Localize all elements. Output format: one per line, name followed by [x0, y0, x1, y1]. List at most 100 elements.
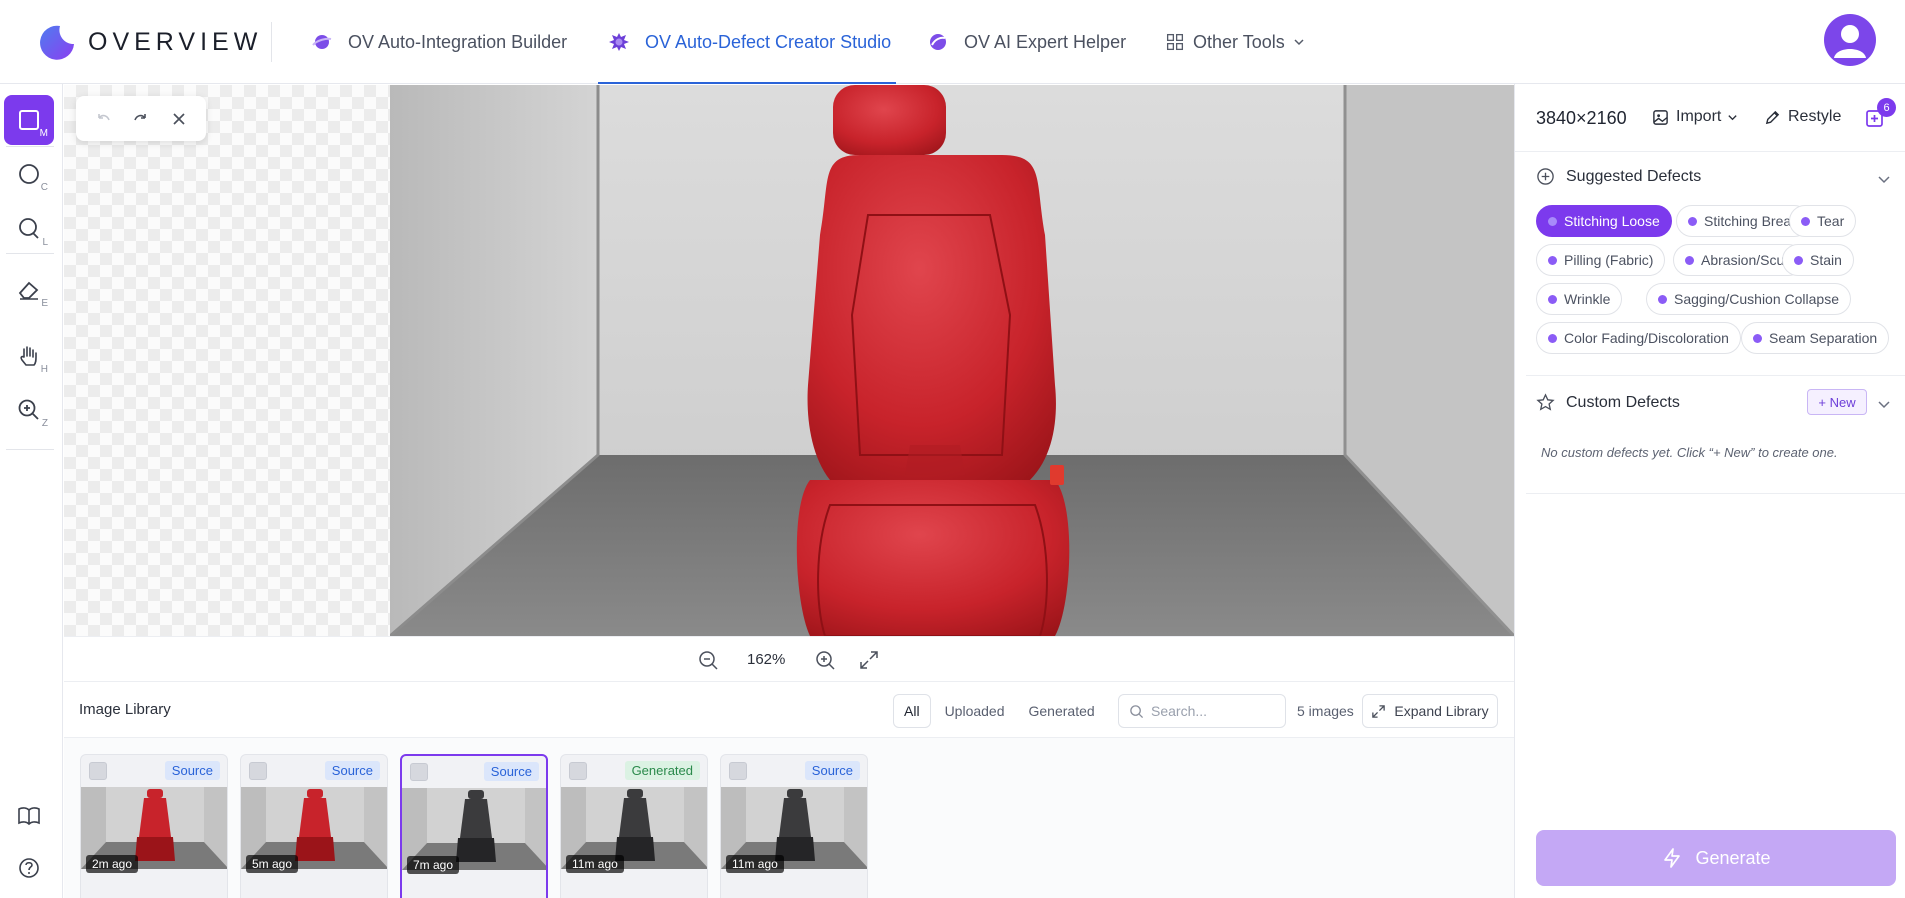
chip-label: Sagging/Cushion Collapse — [1674, 291, 1839, 307]
import-button[interactable]: Import — [1652, 108, 1738, 126]
thumbnail-tag: Source — [164, 761, 220, 780]
defect-chip[interactable]: Seam Separation — [1741, 322, 1890, 354]
editor-canvas[interactable] — [64, 85, 1514, 636]
restyle-button[interactable]: Restyle — [1764, 108, 1841, 126]
eraser-icon — [18, 281, 39, 300]
thumbnail-checkbox[interactable] — [410, 763, 428, 781]
defect-chip[interactable]: Pilling (Fabric) — [1536, 244, 1666, 276]
defect-chip[interactable]: Wrinkle — [1536, 283, 1623, 315]
thumbnail-checkbox[interactable] — [729, 762, 747, 780]
custom-defects-header[interactable]: Custom Defects — [1536, 393, 1680, 412]
chevron-down-icon[interactable] — [1877, 172, 1891, 186]
library-thumbnail[interactable]: Source 2m ago — [80, 754, 228, 898]
library-thumbnail[interactable]: Source 11m ago — [720, 754, 868, 898]
shortcut-key: M — [39, 128, 48, 139]
chevron-down-icon — [1728, 114, 1737, 120]
nav-divider — [271, 22, 272, 62]
defect-chip[interactable]: Color Fading/Discoloration — [1536, 322, 1741, 354]
filter-all[interactable]: All — [893, 694, 931, 728]
circle-icon — [19, 164, 39, 184]
plus-circle-icon — [1537, 168, 1554, 185]
generate-button[interactable]: Generate — [1536, 830, 1896, 886]
section-divider — [1526, 375, 1905, 376]
undo-button[interactable] — [89, 105, 117, 133]
section-title: Custom Defects — [1566, 393, 1680, 411]
library-title: Image Library — [79, 701, 171, 718]
rectangle-tool[interactable]: M — [4, 95, 54, 145]
library-thumbnail[interactable]: Source 7m ago — [400, 754, 548, 898]
library-thumbnail[interactable]: Source 5m ago — [240, 754, 388, 898]
defect-chip[interactable]: Stain — [1782, 244, 1854, 276]
thumbnail-checkbox[interactable] — [89, 762, 107, 780]
splash-icon — [609, 33, 629, 51]
chevron-down-icon[interactable] — [1877, 397, 1891, 411]
chip-label: Pilling (Fabric) — [1564, 252, 1654, 268]
zoom-level: 162% — [747, 651, 786, 668]
chip-label: Color Fading/Discoloration — [1564, 330, 1729, 346]
zoom-in-icon[interactable] — [814, 649, 836, 671]
expand-library-button[interactable]: Expand Library — [1362, 694, 1498, 728]
chip-dot — [1548, 255, 1557, 265]
tab-other-tools[interactable]: Other Tools — [1166, 0, 1305, 84]
library-header: Image Library All Uploaded Generated 5 i… — [64, 682, 1514, 738]
search-input[interactable] — [1151, 703, 1271, 719]
import-label: Import — [1676, 108, 1722, 125]
close-icon — [173, 112, 185, 125]
lightning-icon — [1664, 848, 1681, 868]
suggested-defects-header[interactable]: Suggested Defects — [1536, 167, 1701, 186]
defect-chip[interactable]: Sagging/Cushion Collapse — [1646, 283, 1851, 315]
image-icon — [1653, 109, 1668, 125]
image-count: 5 images — [1297, 703, 1354, 719]
pencil-icon — [1765, 110, 1780, 124]
image-resolution: 3840×2160 — [1536, 108, 1627, 128]
fullscreen-icon[interactable] — [858, 649, 880, 671]
tab-label: OV Auto-Integration Builder — [348, 31, 568, 52]
restyle-label: Restyle — [1788, 108, 1842, 125]
expand-label: Expand Library — [1394, 703, 1489, 719]
brand-logo[interactable]: OVERVIEW — [38, 22, 262, 62]
car-seat-image[interactable] — [390, 85, 1514, 636]
defect-chip[interactable]: Stitching Loose — [1536, 205, 1672, 237]
chip-dot — [1548, 333, 1557, 343]
thumbnail-age: 11m ago — [566, 855, 624, 873]
chip-label: Abrasion/Scuff — [1701, 252, 1792, 268]
hand-icon — [20, 346, 37, 366]
eraser-tool[interactable]: E — [4, 265, 54, 315]
tool-sidebar: M C L E H Z — [0, 84, 63, 898]
thumbnail-tag: Source — [483, 762, 539, 781]
tab-auto-integration-builder[interactable]: OV Auto-Integration Builder — [311, 0, 567, 84]
user-avatar[interactable] — [1824, 14, 1876, 66]
chip-dot — [1548, 216, 1557, 226]
chip-dot — [1688, 216, 1697, 226]
thumbnail-checkbox[interactable] — [569, 762, 587, 780]
clear-button[interactable] — [165, 105, 193, 133]
image-library: Image Library All Uploaded Generated 5 i… — [64, 682, 1514, 898]
queue-count-badge: 6 — [1877, 98, 1896, 117]
defect-chip[interactable]: Tear — [1789, 205, 1857, 237]
zoom-tool[interactable]: Z — [4, 385, 54, 435]
hand-tool[interactable]: H — [4, 331, 54, 381]
chip-dot — [1801, 216, 1810, 226]
lasso-icon — [19, 218, 39, 239]
zoom-out-icon[interactable] — [697, 649, 719, 671]
properties-panel: 3840×2160 Import Restyle 6 Suggested Def… — [1514, 84, 1905, 898]
new-custom-defect-button[interactable]: + New — [1807, 389, 1867, 415]
chip-dot — [1658, 294, 1667, 304]
brand-name: OVERVIEW — [88, 27, 263, 56]
circle-tool[interactable]: C — [4, 149, 54, 199]
zoom-icon — [18, 399, 39, 420]
tab-auto-defect-creator-studio[interactable]: OV Auto-Defect Creator Studio — [597, 0, 897, 84]
thumbnail-checkbox[interactable] — [249, 762, 267, 780]
top-navigation: OVERVIEW OV Auto-Integration Builder OV … — [0, 0, 1905, 84]
chip-dot — [1685, 255, 1694, 265]
thumbnail-tag: Source — [324, 761, 380, 780]
help-button[interactable] — [4, 843, 54, 893]
redo-button[interactable] — [127, 105, 155, 133]
library-thumbnail[interactable]: Generated 11m ago — [560, 754, 708, 898]
tab-ai-expert-helper[interactable]: OV AI Expert Helper — [927, 0, 1126, 84]
lasso-tool[interactable]: L — [4, 204, 54, 254]
filter-generated[interactable]: Generated — [1019, 694, 1105, 728]
filter-uploaded[interactable]: Uploaded — [935, 694, 1015, 728]
docs-button[interactable] — [4, 791, 54, 841]
tool-separator — [6, 449, 54, 450]
